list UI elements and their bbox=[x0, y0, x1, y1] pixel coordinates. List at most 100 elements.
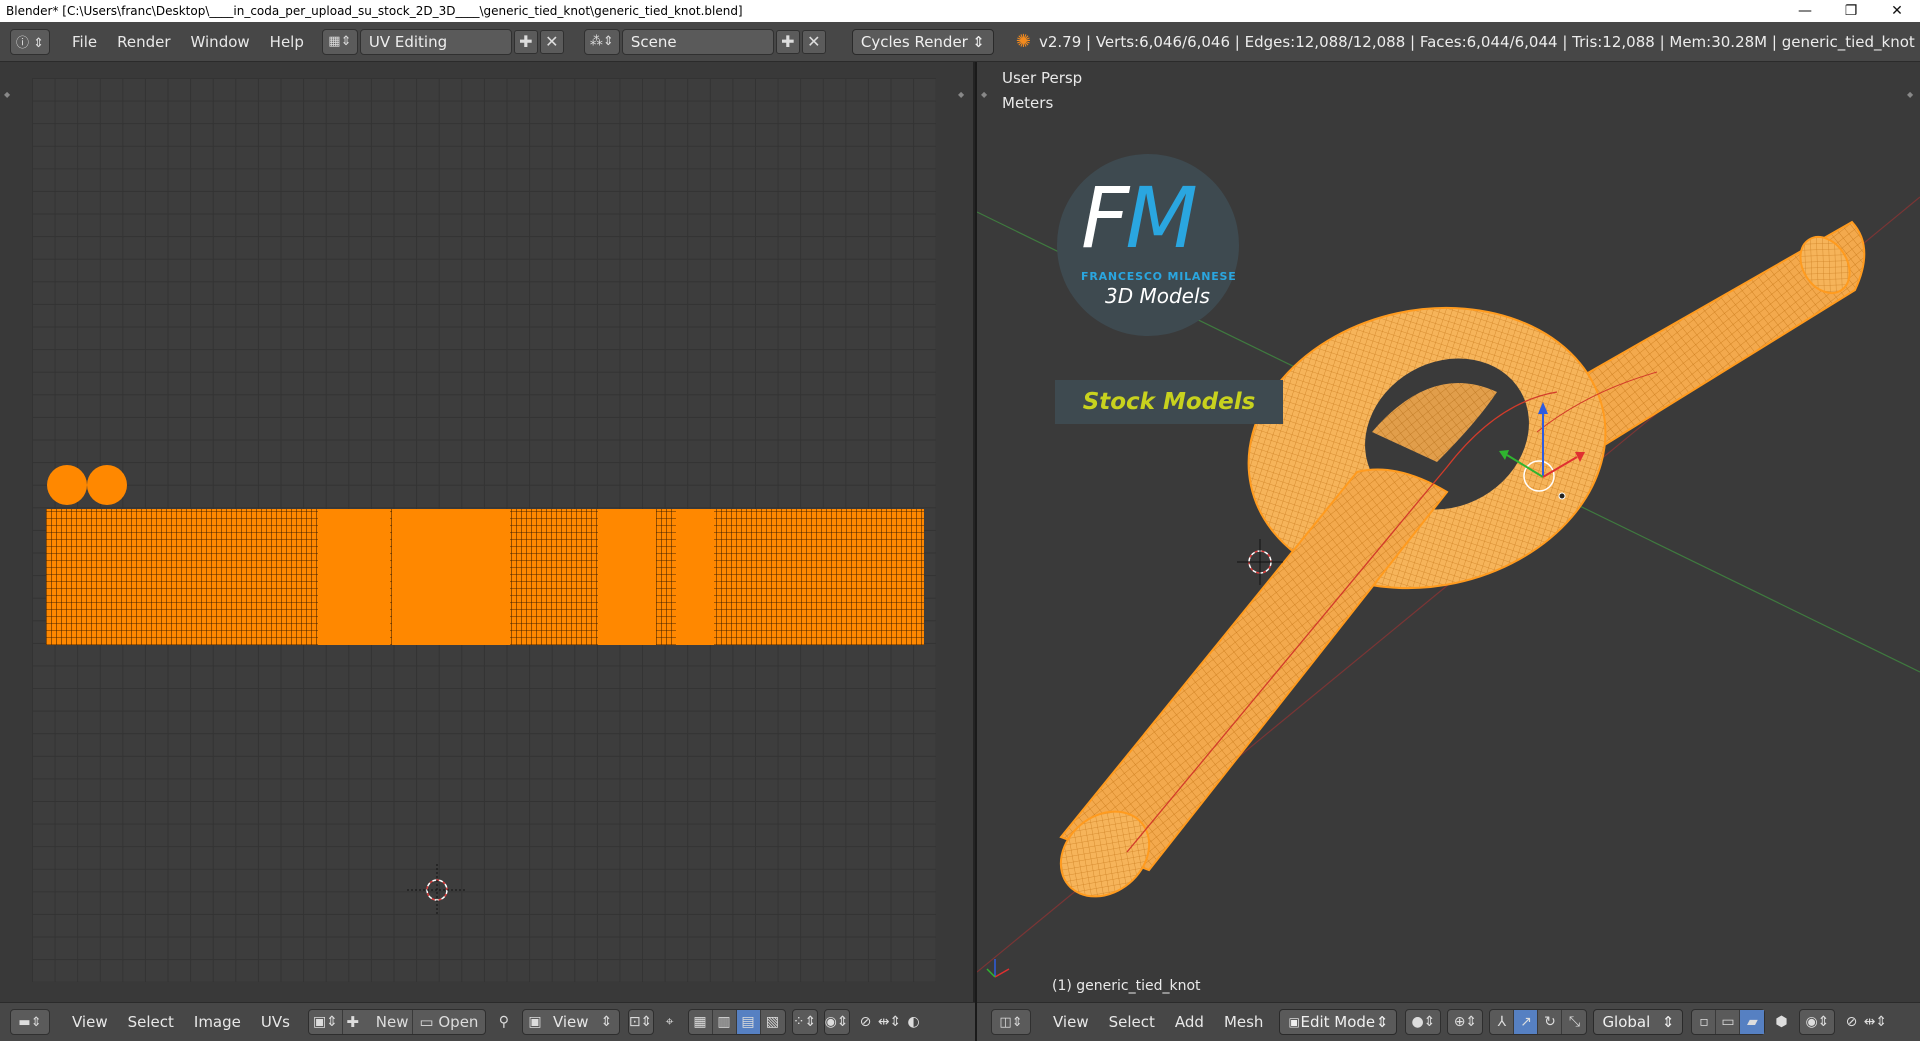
remove-scene-button[interactable]: ✕ bbox=[801, 29, 826, 54]
vp-menu-select[interactable]: Select bbox=[1099, 1013, 1165, 1031]
scene-field[interactable]: Scene bbox=[621, 28, 774, 55]
render-engine-dropdown[interactable]: Cycles Render ⇕ bbox=[851, 28, 994, 55]
face-select-icon[interactable]: ▤ bbox=[736, 1010, 761, 1034]
face-select-icon[interactable]: ▰ bbox=[1740, 1010, 1765, 1034]
3d-viewport[interactable]: ◆ ◆ User Persp Meters FM FRANCESCO MILAN… bbox=[977, 62, 1920, 1002]
scene-stats: v2.79 | Verts:6,046/6,046 | Edges:12,088… bbox=[1038, 32, 1915, 51]
uv-2d-cursor-icon[interactable] bbox=[405, 862, 469, 926]
snap-element-dropdown[interactable]: ⁘⇕ bbox=[791, 1009, 818, 1035]
plus-icon: ✚ bbox=[781, 32, 795, 51]
close-window-button[interactable]: ✕ bbox=[1874, 0, 1920, 22]
uv-image-editor[interactable]: ◆ ◆ bbox=[0, 62, 975, 1002]
shading-dropdown[interactable]: ●⇕ bbox=[1405, 1009, 1442, 1035]
vp-menu-mesh[interactable]: Mesh bbox=[1214, 1013, 1274, 1031]
x-icon: ✕ bbox=[807, 32, 821, 51]
sticky-select-icon[interactable]: ⌖ bbox=[658, 1010, 682, 1034]
logo-tagline: 3D Models bbox=[1105, 284, 1210, 308]
proportional-icon: ◉⇕ bbox=[824, 1014, 849, 1030]
screen-layout-icon-button[interactable]: ▦⇕ bbox=[321, 28, 358, 55]
interaction-mode-label: Edit Mode bbox=[1300, 1013, 1376, 1031]
editor-type-image-button[interactable]: ▬⇕ bbox=[10, 1009, 50, 1035]
image-browse-icon[interactable]: ▣⇕ bbox=[309, 1010, 343, 1034]
vertex-select-icon[interactable]: ▫ bbox=[1692, 1010, 1717, 1034]
axis-gizmo-icon bbox=[986, 959, 1010, 978]
vp-menu-view[interactable]: View bbox=[1043, 1013, 1099, 1031]
remove-screen-button[interactable]: ✕ bbox=[539, 29, 564, 54]
blender-logo-icon: ✺ bbox=[1015, 31, 1031, 52]
region-toggle-icon[interactable]: ◆ bbox=[958, 90, 966, 99]
folder-icon: ▭ bbox=[419, 1013, 434, 1031]
region-toggle-icon[interactable]: ◆ bbox=[4, 90, 12, 99]
active-object-label: (1) generic_tied_knot bbox=[1052, 978, 1201, 994]
pivot-point-dropdown[interactable]: ⊕⇕ bbox=[1447, 1009, 1484, 1035]
select-mode-group: ▦ ▥ ▤ ▧ bbox=[687, 1009, 786, 1035]
scene-icon-button[interactable]: ⁂⇕ bbox=[583, 28, 620, 55]
translate-icon[interactable]: ↗ bbox=[1514, 1010, 1539, 1034]
limit-selection-icon[interactable]: ⬢ bbox=[1769, 1010, 1793, 1034]
3d-view-header: ◫⇕ View Select Add Mesh ▣ Edit Mode ⇕ ●⇕… bbox=[977, 1002, 1920, 1041]
scene-icon: ⁂⇕ bbox=[589, 34, 614, 49]
uv-sync-icon[interactable]: ⇹⇕ bbox=[878, 1010, 902, 1034]
uv-island-dense[interactable] bbox=[318, 509, 390, 645]
snap-toggle-icon[interactable]: ⊘ bbox=[1839, 1010, 1863, 1034]
pin-icon[interactable]: ⚲ bbox=[492, 1010, 516, 1034]
image-view-icon: ▣ bbox=[528, 1014, 542, 1030]
vertex-select-icon[interactable]: ▦ bbox=[689, 1010, 713, 1034]
pivot-point-icon: ⊕⇕ bbox=[1453, 1014, 1478, 1030]
open-image-button[interactable]: ▭ Open bbox=[413, 1010, 485, 1034]
edge-select-icon[interactable]: ▭ bbox=[1716, 1010, 1741, 1034]
menu-help[interactable]: Help bbox=[260, 33, 314, 51]
uv-menu-uvs[interactable]: UVs bbox=[251, 1013, 300, 1031]
render-engine-label: Cycles Render bbox=[860, 32, 968, 51]
uv-island-circle[interactable] bbox=[47, 465, 87, 505]
edge-select-icon[interactable]: ▥ bbox=[713, 1010, 737, 1034]
scene-name: Scene bbox=[630, 32, 677, 51]
uv-island-dense[interactable] bbox=[598, 509, 656, 645]
uv-menu-image[interactable]: Image bbox=[184, 1013, 251, 1031]
window-titlebar: Blender* [C:\Users\franc\Desktop\____in_… bbox=[0, 0, 1920, 22]
manipulator-toggle-icon[interactable]: ⅄ bbox=[1490, 1010, 1515, 1034]
info-header: ⓘ ⇕ File Render Window Help ▦⇕ UV Editin… bbox=[0, 22, 1920, 62]
add-screen-button[interactable]: ✚ bbox=[513, 29, 538, 54]
3d-cursor-icon[interactable] bbox=[1235, 537, 1285, 587]
stock-models-banner: Stock Models bbox=[1055, 380, 1283, 424]
snap-element-icon[interactable]: ⇹⇕ bbox=[1863, 1010, 1887, 1034]
transform-orientation-dropdown[interactable]: Global ⇕ bbox=[1593, 1009, 1684, 1035]
proportional-edit-dropdown[interactable]: ◉⇕ bbox=[823, 1009, 850, 1035]
uv-island-dense[interactable] bbox=[392, 509, 510, 645]
screen-layout-field[interactable]: UV Editing bbox=[359, 28, 512, 55]
add-scene-button[interactable]: ✚ bbox=[775, 29, 800, 54]
updown-arrow-icon: ⇕ bbox=[1661, 1013, 1675, 1031]
rotate-icon[interactable]: ↻ bbox=[1538, 1010, 1563, 1034]
select-mode-group: ▫ ▭ ▰ bbox=[1691, 1009, 1766, 1035]
island-select-icon[interactable]: ▧ bbox=[761, 1010, 785, 1034]
interaction-mode-dropdown[interactable]: ▣ Edit Mode ⇕ bbox=[1279, 1009, 1398, 1035]
snap-toggle-icon[interactable]: ⊘ bbox=[854, 1010, 878, 1034]
minimize-button[interactable]: — bbox=[1782, 0, 1828, 22]
window-title: Blender* [C:\Users\franc\Desktop\____in_… bbox=[6, 4, 743, 18]
menu-window[interactable]: Window bbox=[181, 33, 260, 51]
uv-island-circle[interactable] bbox=[87, 465, 127, 505]
uv-menu-view[interactable]: View bbox=[62, 1013, 118, 1031]
pivot-icon: ⊡⇕ bbox=[628, 1014, 653, 1030]
editor-type-3dview-button[interactable]: ◫⇕ bbox=[991, 1009, 1031, 1035]
layout-grid-icon: ▦⇕ bbox=[328, 34, 352, 49]
vp-menu-add[interactable]: Add bbox=[1165, 1013, 1214, 1031]
pivot-dropdown[interactable]: ⊡⇕ bbox=[627, 1009, 654, 1035]
updown-arrow-icon: ⇕ bbox=[972, 32, 985, 51]
restore-button[interactable]: ❐ bbox=[1828, 0, 1874, 22]
scale-icon[interactable]: ⤡ bbox=[1562, 1010, 1586, 1034]
render-preview-icon[interactable]: ◐ bbox=[902, 1010, 926, 1034]
updown-arrow-icon: ⇕ bbox=[600, 1014, 613, 1030]
new-image-button[interactable]: ✚ New bbox=[343, 1010, 413, 1034]
new-image-label: New bbox=[375, 1013, 409, 1031]
editor-type-info-button[interactable]: ⓘ ⇕ bbox=[10, 28, 50, 55]
proportional-edit-dropdown[interactable]: ◉⇕ bbox=[1799, 1009, 1836, 1035]
manipulator-group: ⅄ ↗ ↻ ⤡ bbox=[1489, 1009, 1588, 1035]
menu-file[interactable]: File bbox=[62, 33, 107, 51]
uv-island-dense[interactable] bbox=[676, 509, 714, 645]
view-mode-dropdown[interactable]: ▣ View ⇕ bbox=[521, 1009, 620, 1035]
open-image-label: Open bbox=[438, 1013, 479, 1031]
menu-render[interactable]: Render bbox=[107, 33, 180, 51]
uv-menu-select[interactable]: Select bbox=[118, 1013, 184, 1031]
